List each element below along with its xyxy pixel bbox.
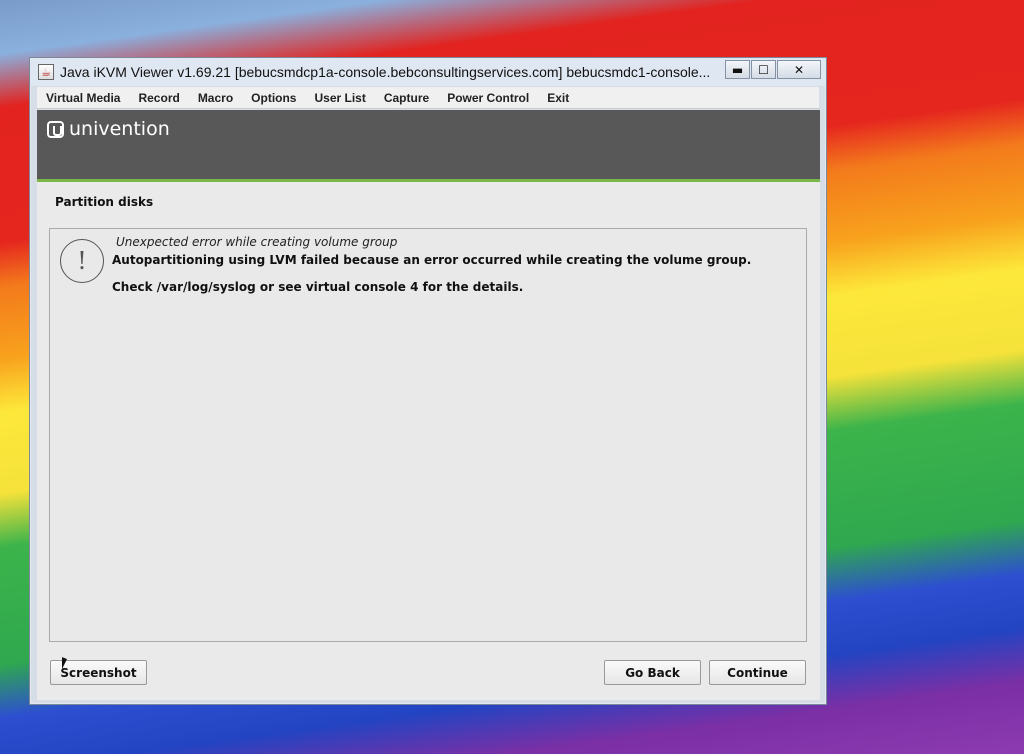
menubar: Virtual Media Record Macro Options User … bbox=[37, 87, 819, 109]
kvm-viewer-window: ☕ Java iKVM Viewer v1.69.21 [bebucsmdcp1… bbox=[29, 57, 827, 705]
menu-user-list[interactable]: User List bbox=[305, 91, 374, 105]
close-button[interactable]: ✕ bbox=[777, 60, 821, 79]
univention-logo-icon bbox=[47, 120, 64, 138]
installer-banner: univention bbox=[37, 110, 820, 182]
brand-name: univention bbox=[69, 118, 170, 140]
page-title: Partition disks bbox=[55, 195, 154, 209]
continue-button[interactable]: Continue bbox=[709, 660, 806, 685]
minimize-button[interactable]: ▬ bbox=[725, 60, 750, 79]
menu-capture[interactable]: Capture bbox=[375, 91, 438, 105]
warning-icon: ! bbox=[60, 239, 104, 283]
java-app-icon: ☕ bbox=[38, 64, 54, 80]
menu-exit[interactable]: Exit bbox=[538, 91, 578, 105]
go-back-button[interactable]: Go Back bbox=[604, 660, 701, 685]
error-detail: Check /var/log/syslog or see virtual con… bbox=[112, 280, 524, 294]
window-title: Java iKVM Viewer v1.69.21 [bebucsmdcp1a-… bbox=[60, 64, 711, 80]
menu-macro[interactable]: Macro bbox=[189, 91, 242, 105]
error-message: Autopartitioning using LVM failed becaus… bbox=[112, 253, 752, 267]
menu-power-control[interactable]: Power Control bbox=[438, 91, 538, 105]
menu-options[interactable]: Options bbox=[242, 91, 305, 105]
univention-logo: univention bbox=[47, 118, 170, 140]
maximize-button[interactable]: ☐ bbox=[751, 60, 776, 79]
window-titlebar[interactable]: ☕ Java iKVM Viewer v1.69.21 [bebucsmdcp1… bbox=[30, 58, 826, 86]
remote-screen[interactable]: univention Partition disks ! Unexpected … bbox=[37, 110, 820, 700]
error-panel: ! Unexpected error while creating volume… bbox=[49, 228, 807, 642]
error-heading: Unexpected error while creating volume g… bbox=[116, 235, 398, 249]
menu-virtual-media[interactable]: Virtual Media bbox=[37, 91, 129, 105]
menu-record[interactable]: Record bbox=[129, 91, 188, 105]
